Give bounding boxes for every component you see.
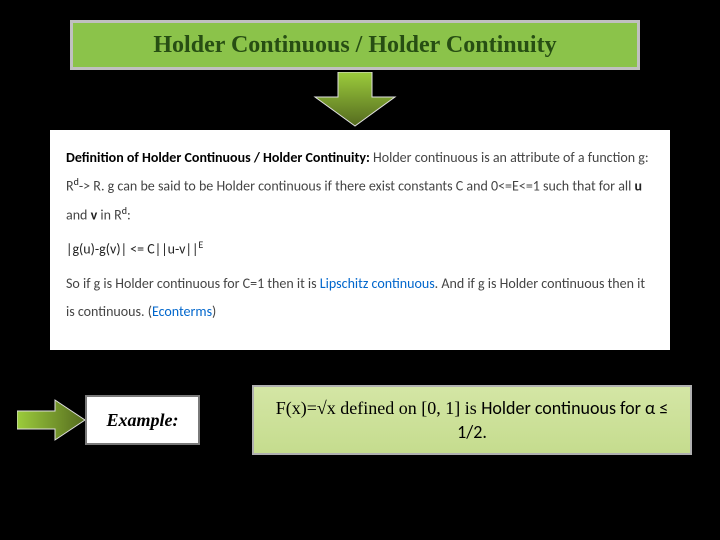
formula-box: F(x)=√x defined on [0, 1] is Holder cont… — [252, 385, 692, 455]
definition-inR: in R — [97, 206, 122, 223]
definition-u: u — [635, 178, 643, 195]
arrow-down-icon — [310, 72, 400, 127]
formula-text: F(x)=√x defined on [0, 1] is Holder cont… — [266, 396, 678, 445]
definition-line1b: -> R. g can be said to be Holder continu… — [79, 178, 635, 195]
example-label: Example: — [107, 410, 179, 431]
title-text: Holder Continuous / Holder Continuity — [153, 32, 556, 59]
definition-and: and — [66, 206, 91, 223]
example-box: Example: — [85, 395, 200, 445]
equation-sup: E — [198, 238, 203, 251]
formula-part1: F(x)=√x defined on [0, 1] is — [276, 398, 482, 418]
lipschitz-link[interactable]: Lipschitz continuous — [320, 275, 435, 292]
definition-paragraph-2: So if g is Holder continuous for C=1 the… — [66, 270, 654, 326]
definition-line3c: ) — [212, 303, 216, 320]
definition-colon: : — [127, 206, 131, 223]
definition-line3a: So if g is Holder continuous for C=1 the… — [66, 275, 320, 292]
title-box: Holder Continuous / Holder Continuity — [70, 20, 640, 70]
arrow-right-icon — [17, 398, 87, 442]
equation-text: |g(u)-g(v)| <= C||u-v|| — [66, 241, 198, 258]
definition-card: Definition of Holder Continuous / Holder… — [50, 130, 670, 350]
definition-equation: |g(u)-g(v)| <= C||u-v||E — [66, 235, 654, 264]
definition-heading: Definition of Holder Continuous / Holder… — [66, 149, 370, 166]
formula-part2: Holder continuous for α ≤ 1/2. — [457, 397, 668, 443]
definition-paragraph-1: Definition of Holder Continuous / Holder… — [66, 144, 654, 229]
econterms-link[interactable]: Econterms — [152, 303, 212, 320]
